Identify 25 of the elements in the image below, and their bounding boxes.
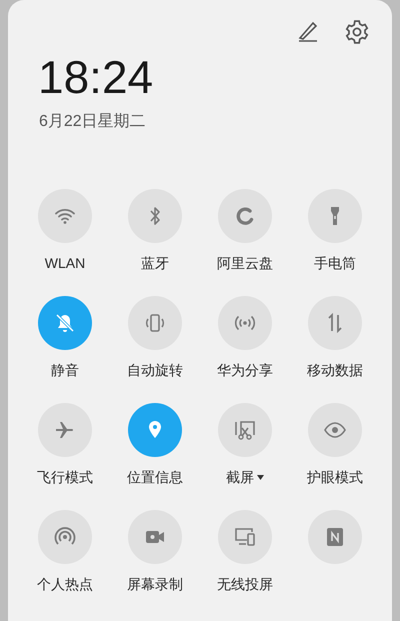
toggle-button[interactable] — [128, 403, 182, 457]
rotate-phone-icon — [143, 311, 167, 335]
toggle-label: 无线投屏 — [217, 575, 273, 593]
scissors-icon — [233, 418, 257, 442]
toggle-label: 位置信息 — [127, 468, 183, 486]
toggle-button[interactable] — [38, 296, 92, 350]
caret-icon[interactable] — [257, 474, 264, 480]
toggle-label: 屏幕录制 — [127, 575, 183, 593]
toggle-label: 个人热点 — [37, 575, 93, 593]
toggle-label: WLAN — [44, 254, 86, 272]
edit-icon[interactable] — [296, 19, 320, 43]
toggle-label: 手电筒 — [314, 254, 356, 272]
clock-time: 18:24 — [38, 54, 154, 100]
toggle-label: 截屏 — [226, 468, 254, 486]
date-text: 6月22日星期二 — [39, 112, 146, 132]
toggle-label: 自动旋转 — [127, 361, 183, 379]
devices-icon — [233, 525, 257, 549]
settings-icon[interactable] — [344, 19, 370, 45]
toggle-label: 飞行模式 — [37, 468, 93, 486]
toggle-label: 移动数据 — [307, 361, 363, 379]
toggle-label: 护眼模式 — [307, 468, 363, 486]
toggle-label: 华为分享 — [217, 361, 273, 379]
toggle-label: 静音 — [51, 361, 79, 379]
toggle-label: 蓝牙 — [141, 254, 169, 272]
toggle-label: 阿里云盘 — [217, 254, 273, 272]
